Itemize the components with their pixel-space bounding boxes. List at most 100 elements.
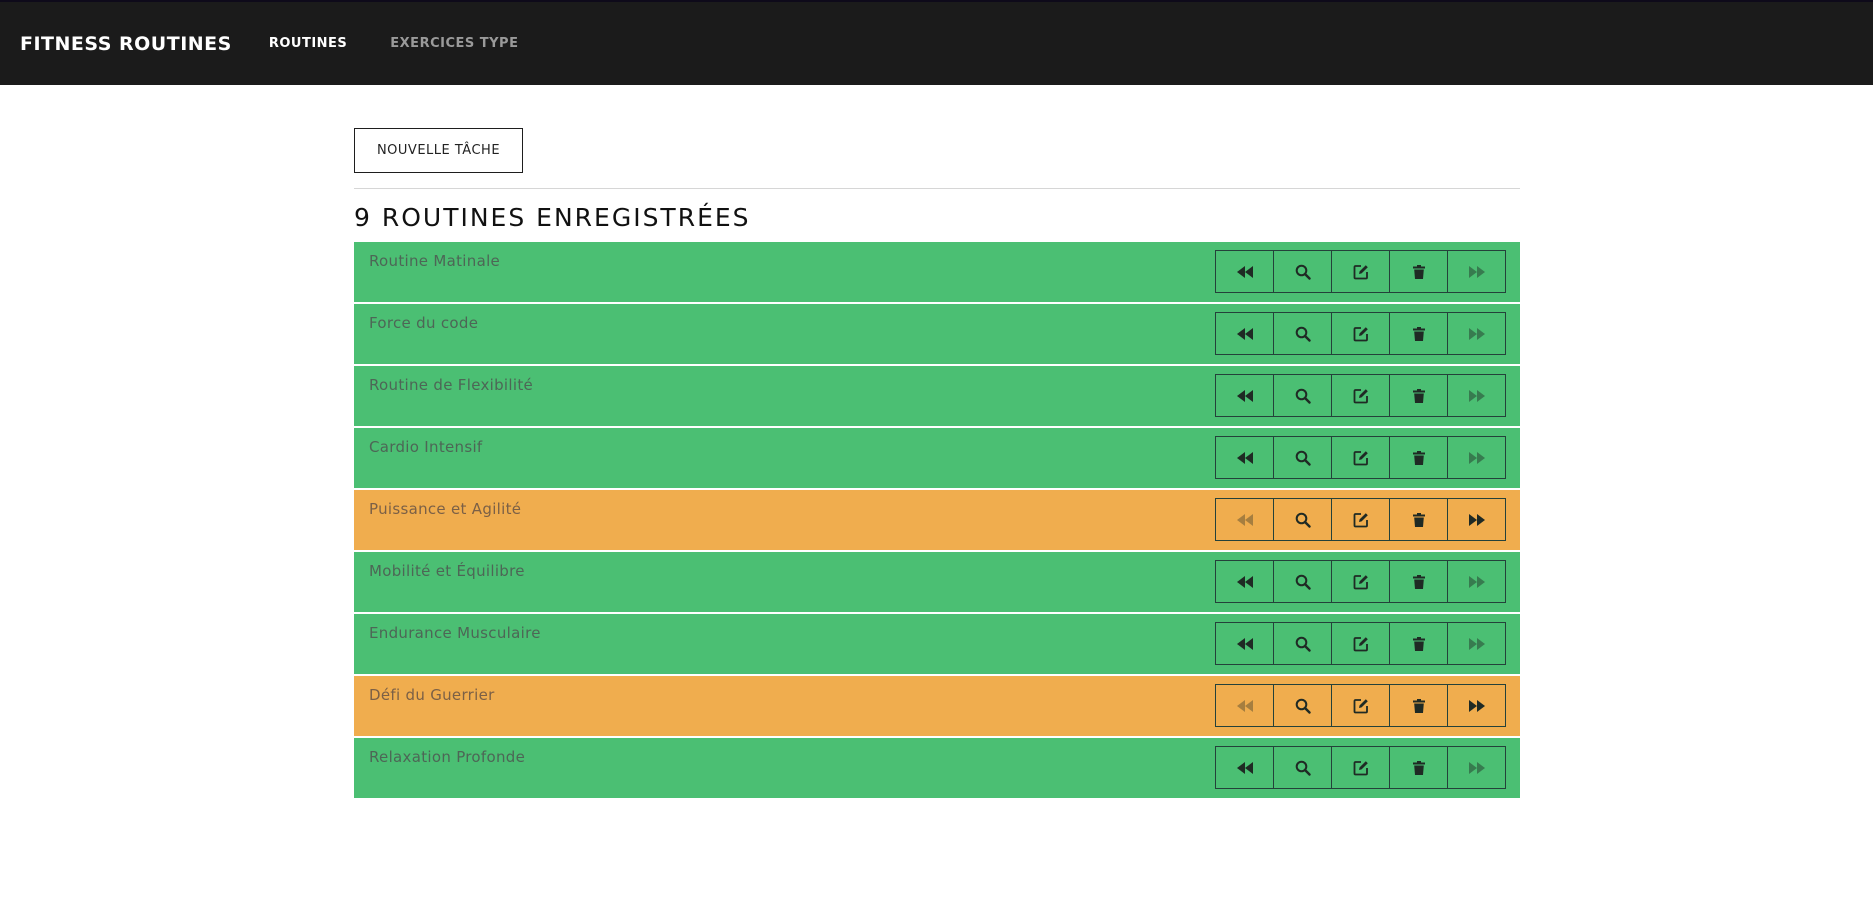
backward-button[interactable] xyxy=(1215,746,1274,789)
nav-routines[interactable]: ROUTINES xyxy=(269,36,347,51)
search-icon xyxy=(1295,574,1311,590)
new-task-button[interactable]: NOUVELLE TÂCHE xyxy=(354,128,523,173)
search-icon xyxy=(1295,760,1311,776)
forward-icon xyxy=(1468,699,1485,712)
backward-icon xyxy=(1236,327,1253,340)
forward-button[interactable] xyxy=(1447,436,1506,479)
trash-button[interactable] xyxy=(1389,746,1448,789)
backward-button[interactable] xyxy=(1215,498,1274,541)
forward-button[interactable] xyxy=(1447,250,1506,293)
search-button[interactable] xyxy=(1273,560,1332,603)
edit-icon xyxy=(1353,698,1369,714)
backward-icon xyxy=(1236,451,1253,464)
forward-icon xyxy=(1468,327,1485,340)
forward-button[interactable] xyxy=(1447,560,1506,603)
edit-icon xyxy=(1353,636,1369,652)
edit-button[interactable] xyxy=(1331,746,1390,789)
edit-button[interactable] xyxy=(1331,622,1390,665)
routine-name: Relaxation Profonde xyxy=(369,748,526,766)
routine-actions xyxy=(1215,746,1506,789)
edit-button[interactable] xyxy=(1331,684,1390,727)
forward-button[interactable] xyxy=(1447,498,1506,541)
routine-name: Force du code xyxy=(369,314,479,332)
trash-icon xyxy=(1412,512,1425,527)
forward-button[interactable] xyxy=(1447,312,1506,355)
backward-icon xyxy=(1236,389,1253,402)
trash-button[interactable] xyxy=(1389,436,1448,479)
edit-icon xyxy=(1353,450,1369,466)
forward-icon xyxy=(1468,389,1485,402)
routine-actions xyxy=(1215,498,1506,541)
routine-actions xyxy=(1215,250,1506,293)
search-button[interactable] xyxy=(1273,746,1332,789)
search-icon xyxy=(1295,388,1311,404)
trash-button[interactable] xyxy=(1389,374,1448,417)
backward-button[interactable] xyxy=(1215,250,1274,293)
brand-title[interactable]: FITNESS ROUTINES xyxy=(20,33,232,55)
trash-icon xyxy=(1412,264,1425,279)
backward-button[interactable] xyxy=(1215,684,1274,727)
edit-button[interactable] xyxy=(1331,436,1390,479)
trash-button[interactable] xyxy=(1389,498,1448,541)
search-button[interactable] xyxy=(1273,312,1332,355)
routine-row: Cardio Intensif xyxy=(354,428,1520,488)
routine-row: Mobilité et Équilibre xyxy=(354,552,1520,612)
trash-button[interactable] xyxy=(1389,250,1448,293)
forward-button[interactable] xyxy=(1447,684,1506,727)
routine-row: Défi du Guerrier xyxy=(354,676,1520,736)
edit-button[interactable] xyxy=(1331,250,1390,293)
search-button[interactable] xyxy=(1273,250,1332,293)
search-icon xyxy=(1295,698,1311,714)
search-icon xyxy=(1295,450,1311,466)
edit-button[interactable] xyxy=(1331,560,1390,603)
trash-button[interactable] xyxy=(1389,622,1448,665)
search-button[interactable] xyxy=(1273,684,1332,727)
trash-button[interactable] xyxy=(1389,560,1448,603)
backward-icon xyxy=(1236,513,1253,526)
search-button[interactable] xyxy=(1273,436,1332,479)
routine-actions xyxy=(1215,684,1506,727)
routine-name: Routine de Flexibilité xyxy=(369,376,534,394)
forward-button[interactable] xyxy=(1447,622,1506,665)
edit-button[interactable] xyxy=(1331,312,1390,355)
forward-icon xyxy=(1468,451,1485,464)
routine-row: Endurance Musculaire xyxy=(354,614,1520,674)
routine-row: Routine Matinale xyxy=(354,242,1520,302)
forward-icon xyxy=(1468,513,1485,526)
backward-button[interactable] xyxy=(1215,622,1274,665)
trash-button[interactable] xyxy=(1389,312,1448,355)
top-navbar: FITNESS ROUTINES ROUTINES EXERCICES TYPE xyxy=(0,0,1873,85)
nav-exercices-type[interactable]: EXERCICES TYPE xyxy=(390,36,518,51)
backward-button[interactable] xyxy=(1215,560,1274,603)
search-icon xyxy=(1295,264,1311,280)
edit-button[interactable] xyxy=(1331,374,1390,417)
routine-name: Endurance Musculaire xyxy=(369,624,541,642)
routine-row: Relaxation Profonde xyxy=(354,738,1520,798)
forward-button[interactable] xyxy=(1447,746,1506,789)
trash-icon xyxy=(1412,388,1425,403)
edit-button[interactable] xyxy=(1331,498,1390,541)
edit-icon xyxy=(1353,388,1369,404)
forward-button[interactable] xyxy=(1447,374,1506,417)
search-button[interactable] xyxy=(1273,622,1332,665)
routine-row: Force du code xyxy=(354,304,1520,364)
forward-icon xyxy=(1468,761,1485,774)
search-icon xyxy=(1295,326,1311,342)
routine-actions xyxy=(1215,560,1506,603)
search-button[interactable] xyxy=(1273,498,1332,541)
trash-icon xyxy=(1412,326,1425,341)
trash-icon xyxy=(1412,760,1425,775)
routine-name: Cardio Intensif xyxy=(369,438,483,456)
backward-button[interactable] xyxy=(1215,374,1274,417)
backward-button[interactable] xyxy=(1215,436,1274,479)
search-button[interactable] xyxy=(1273,374,1332,417)
routine-name: Routine Matinale xyxy=(369,252,501,270)
backward-button[interactable] xyxy=(1215,312,1274,355)
routine-row: Puissance et Agilité xyxy=(354,490,1520,550)
routines-count-heading: 9 ROUTINES ENREGISTRÉES xyxy=(354,203,751,232)
edit-icon xyxy=(1353,264,1369,280)
routine-row: Routine de Flexibilité xyxy=(354,366,1520,426)
edit-icon xyxy=(1353,760,1369,776)
forward-icon xyxy=(1468,575,1485,588)
trash-button[interactable] xyxy=(1389,684,1448,727)
